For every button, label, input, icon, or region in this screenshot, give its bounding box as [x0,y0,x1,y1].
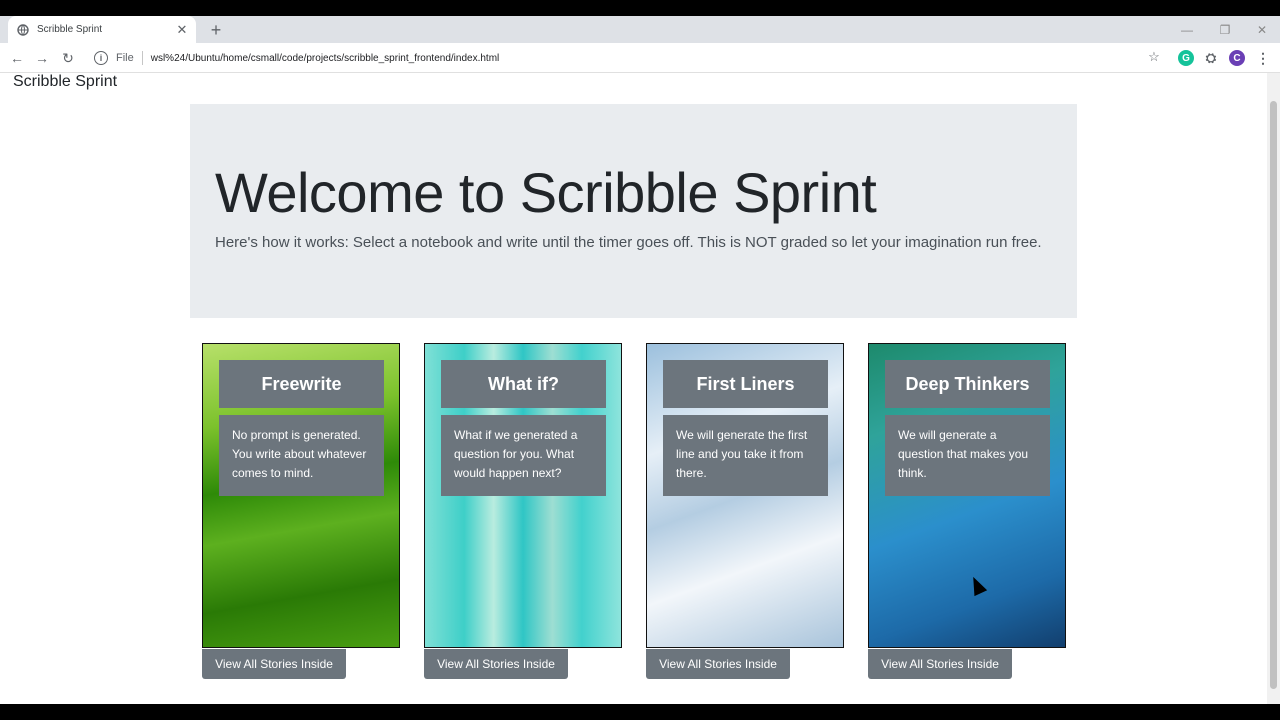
page-lead: Here's how it works: Select a notebook a… [215,234,1042,251]
card-text: What if we generated a question for you.… [441,415,606,496]
card-title: Deep Thinkers [885,360,1050,408]
tab-title: Scribble Sprint [37,24,103,35]
notebook-card-deep-thinkers[interactable]: Deep Thinkers We will generate a questio… [868,343,1066,648]
menu-kebab-icon[interactable]: ⋮ [1255,50,1271,66]
grammarly-icon[interactable]: G [1178,50,1194,66]
info-icon[interactable]: i [94,51,108,65]
browser-tab[interactable]: Scribble Sprint ✕ [8,16,196,43]
card-title: First Liners [663,360,828,408]
card-text: We will generate a question that makes y… [885,415,1050,496]
page-content: Scribble Sprint Welcome to Scribble Spri… [0,73,1267,704]
card-title: What if? [441,360,606,408]
jumbotron: Welcome to Scribble Sprint Here's how it… [190,104,1077,318]
bookmark-star-icon[interactable]: ☆ [1145,48,1163,66]
notebook-card-freewrite[interactable]: Freewrite No prompt is generated. You wr… [202,343,400,648]
view-stories-button-freewrite[interactable]: View All Stories Inside [202,649,346,679]
minimize-icon[interactable]: — [1168,16,1206,43]
notebook-card-first-liners[interactable]: First Liners We will generate the first … [646,343,844,648]
url-text[interactable]: wsl%24/Ubuntu/home/csmall/code/projects/… [151,53,500,64]
card-text: No prompt is generated. You write about … [219,415,384,496]
navbar-brand[interactable]: Scribble Sprint [13,73,117,91]
page-title: Welcome to Scribble Sprint [215,161,877,224]
url-scheme-label: File [116,52,134,64]
browser-window: Scribble Sprint ✕ + — ❐ ✕ ← → ↻ i File w… [0,16,1280,704]
notebook-card-what-if[interactable]: What if? What if we generated a question… [424,343,622,648]
new-tab-icon[interactable]: + [206,20,226,40]
forward-icon[interactable]: → [32,48,52,68]
tab-strip: Scribble Sprint ✕ + — ❐ ✕ [0,16,1280,43]
browser-toolbar: ← → ↻ i File wsl%24/Ubuntu/home/csmall/c… [0,43,1280,73]
card-title: Freewrite [219,360,384,408]
card-text: We will generate the first line and you … [663,415,828,496]
address-bar[interactable]: i File wsl%24/Ubuntu/home/csmall/code/pr… [87,45,1172,71]
url-separator [141,51,143,65]
reload-icon[interactable]: ↻ [58,48,78,68]
globe-icon [17,23,29,36]
profile-avatar[interactable]: C [1229,50,1245,66]
window-close-icon[interactable]: ✕ [1243,16,1280,43]
restore-icon[interactable]: ❐ [1206,16,1244,43]
view-stories-button-first-liners[interactable]: View All Stories Inside [646,649,790,679]
view-stories-button-deep-thinkers[interactable]: View All Stories Inside [868,649,1012,679]
page-scrollbar[interactable] [1267,73,1280,704]
scrollbar-thumb[interactable] [1270,101,1277,689]
back-icon[interactable]: ← [7,48,27,68]
extensions-puzzle-icon[interactable]: ⛭ [1203,50,1219,66]
view-stories-button-what-if[interactable]: View All Stories Inside [424,649,568,679]
tab-close-icon[interactable]: ✕ [174,22,190,38]
